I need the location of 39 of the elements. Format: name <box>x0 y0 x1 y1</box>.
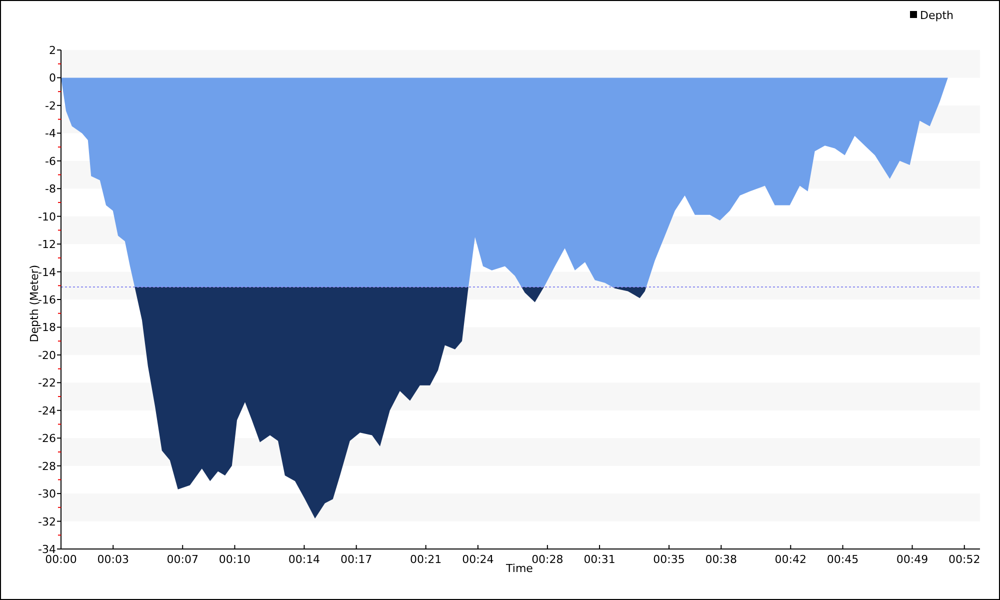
y-tick-label: -16 <box>38 294 56 306</box>
y-tick-label: -30 <box>38 488 56 501</box>
x-tick-label: 00:42 <box>774 553 806 566</box>
y-tick-label: -4 <box>45 127 56 140</box>
x-tick-label: 00:24 <box>462 553 494 566</box>
y-tick-label: -2 <box>45 99 56 112</box>
y-tick-label: -6 <box>45 154 56 168</box>
y-tick-label: -32 <box>38 515 56 528</box>
y-tick-label: -12 <box>38 238 56 252</box>
legend-swatch-icon <box>910 11 917 18</box>
x-tick-label: 00:28 <box>532 553 564 566</box>
y-tick-label: -20 <box>38 348 56 362</box>
y-tick-label: -26 <box>38 432 56 446</box>
y-tick-label: -18 <box>38 321 56 334</box>
y-tick-label: 2 <box>49 44 56 57</box>
x-tick-label: 00:38 <box>705 553 737 566</box>
y-tick-label: -8 <box>45 182 56 196</box>
x-tick-label: 00:31 <box>584 553 616 566</box>
x-tick-label: 00:52 <box>948 553 980 566</box>
x-tick-label: 00:49 <box>896 553 928 566</box>
x-tick-label: 00:07 <box>166 553 198 566</box>
x-tick-label: 00:17 <box>340 553 372 566</box>
y-tick-label: -22 <box>38 376 56 390</box>
legend-label: Depth <box>920 9 954 22</box>
y-tick-label: -24 <box>38 404 56 418</box>
x-tick-label: 00:35 <box>653 553 685 566</box>
x-tick-label: 00:03 <box>97 553 129 566</box>
x-tick-label: 00:45 <box>826 553 859 566</box>
y-tick-label: -10 <box>38 210 56 224</box>
y-tick-label: 0 <box>49 72 56 85</box>
x-axis-title: Time <box>506 562 533 575</box>
x-tick-label: 00:14 <box>288 553 320 566</box>
x-tick-label: 00:10 <box>218 553 251 566</box>
x-tick-label: 00:21 <box>410 553 442 566</box>
x-tick-label: 00:00 <box>45 553 77 566</box>
y-tick-label: -14 <box>38 266 56 279</box>
y-axis-title: Depth (Meter) <box>28 264 41 342</box>
y-tick-label: -34 <box>38 543 56 556</box>
y-tick-label: -28 <box>38 460 56 473</box>
